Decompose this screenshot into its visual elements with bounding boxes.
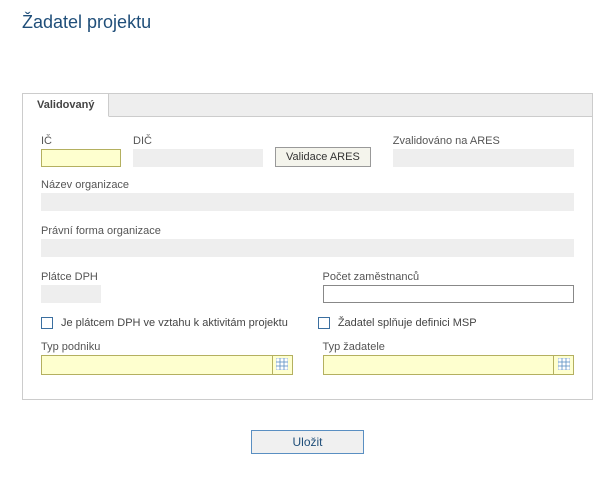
row-types: Typ podniku Typ žadatele bbox=[41, 341, 574, 375]
field-company-type: Typ podniku bbox=[41, 341, 293, 375]
label-company-type: Typ podniku bbox=[41, 341, 293, 353]
field-org-name: Název organizace bbox=[41, 179, 574, 211]
save-button[interactable]: Uložit bbox=[251, 430, 363, 454]
checkbox-msp[interactable]: Žadatel splňuje definici MSP bbox=[318, 317, 477, 329]
field-vat-payer: Plátce DPH bbox=[41, 271, 293, 303]
grid-icon bbox=[276, 358, 288, 373]
tab-validated[interactable]: Validovaný bbox=[23, 94, 109, 117]
field-dic: DIČ bbox=[133, 135, 263, 167]
form-container: Validovaný IČ DIČ Validace ARES Zvalidov… bbox=[22, 93, 593, 400]
checkbox-msp-label: Žadatel splňuje definici MSP bbox=[338, 317, 477, 329]
input-company-type[interactable] bbox=[41, 355, 273, 375]
checkbox-vat-activities[interactable]: Je plátcem DPH ve vztahu k aktivitám pro… bbox=[41, 317, 288, 329]
checkbox-msp-box[interactable] bbox=[318, 317, 330, 329]
page-title: Žadatel projektu bbox=[0, 0, 615, 33]
validate-ares-button[interactable]: Validace ARES bbox=[275, 147, 371, 167]
label-ares: Zvalidováno na ARES bbox=[393, 135, 574, 147]
row-vat-emp: Plátce DPH Počet zaměstnanců bbox=[41, 271, 574, 303]
label-org-name: Název organizace bbox=[41, 179, 574, 191]
label-applicant-type: Typ žadatele bbox=[323, 341, 575, 353]
input-vat-payer bbox=[41, 285, 101, 303]
input-applicant-type[interactable] bbox=[323, 355, 555, 375]
field-legal-form: Právní forma organizace bbox=[41, 225, 574, 257]
checkbox-vat-activities-label: Je plátcem DPH ve vztahu k aktivitám pro… bbox=[61, 317, 288, 329]
input-legal-form bbox=[41, 239, 574, 257]
label-dic: DIČ bbox=[133, 135, 263, 147]
grid-icon bbox=[558, 358, 570, 373]
field-ares: Zvalidováno na ARES bbox=[393, 135, 574, 167]
input-ares bbox=[393, 149, 574, 167]
picker-applicant-type bbox=[323, 355, 575, 375]
label-legal-form: Právní forma organizace bbox=[41, 225, 574, 237]
picker-company-type bbox=[41, 355, 293, 375]
picker-applicant-type-button[interactable] bbox=[554, 355, 574, 375]
tabs-row: Validovaný bbox=[23, 94, 592, 117]
field-applicant-type: Typ žadatele bbox=[323, 341, 575, 375]
checkbox-row: Je plátcem DPH ve vztahu k aktivitám pro… bbox=[41, 317, 574, 329]
picker-company-type-button[interactable] bbox=[273, 355, 293, 375]
label-ic: IČ bbox=[41, 135, 121, 147]
row-ic-dic-ares: IČ DIČ Validace ARES Zvalidováno na ARES bbox=[41, 135, 574, 167]
input-ic[interactable] bbox=[41, 149, 121, 167]
label-vat-payer: Plátce DPH bbox=[41, 271, 293, 283]
field-ic: IČ bbox=[41, 135, 121, 167]
input-org-name bbox=[41, 193, 574, 211]
input-emp-count[interactable] bbox=[323, 285, 575, 303]
label-emp-count: Počet zaměstnanců bbox=[323, 271, 575, 283]
field-emp-count: Počet zaměstnanců bbox=[323, 271, 575, 303]
input-dic bbox=[133, 149, 263, 167]
save-row: Uložit bbox=[0, 430, 615, 454]
form-body: IČ DIČ Validace ARES Zvalidováno na ARES… bbox=[23, 117, 592, 399]
checkbox-vat-activities-box[interactable] bbox=[41, 317, 53, 329]
